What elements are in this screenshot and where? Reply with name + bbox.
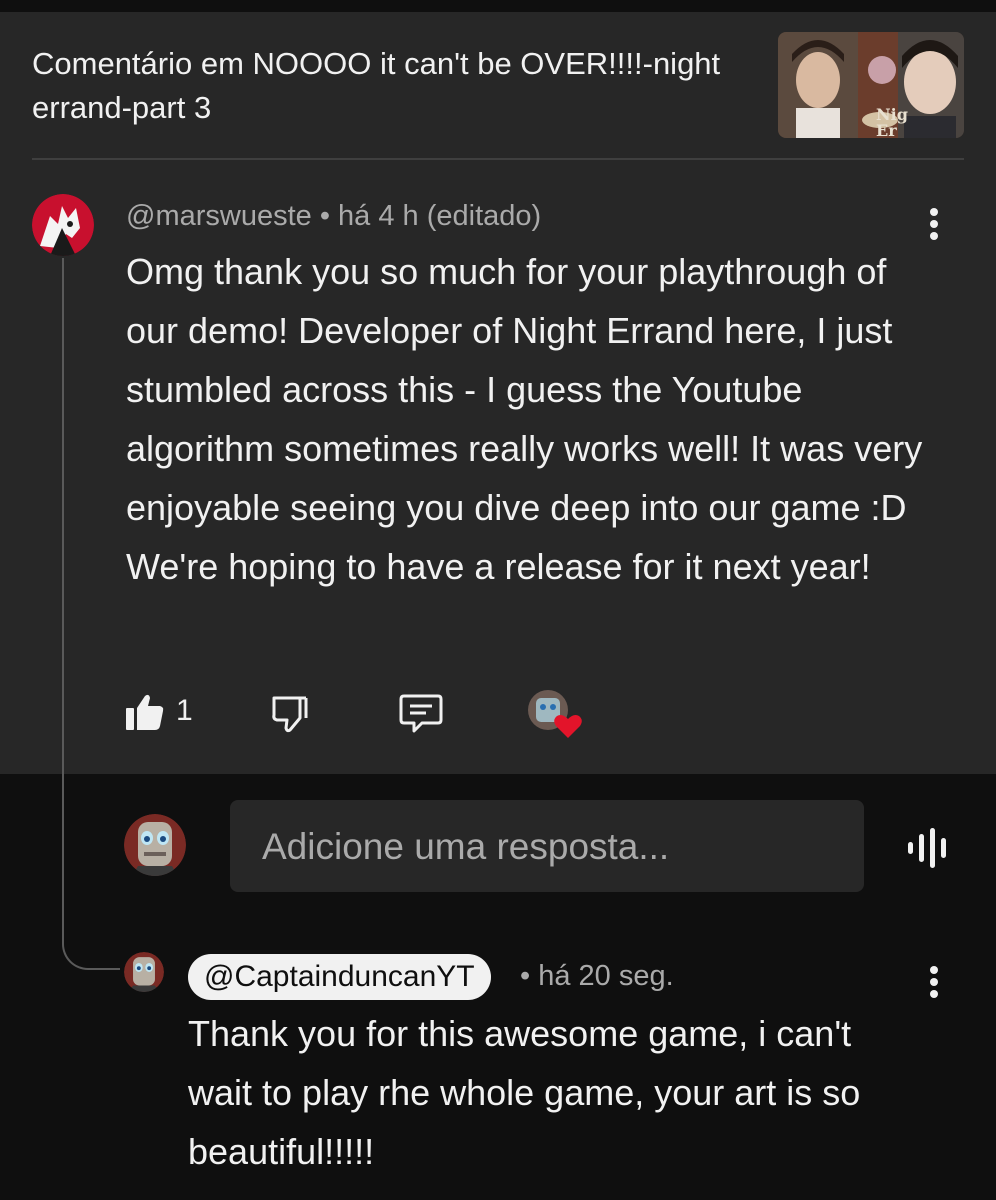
like-count: 1 [176,694,193,727]
reply-timestamp: • há 20 seg. [520,960,674,992]
comment-text: Omg thank you so much for your playthrou… [126,251,923,587]
like-button[interactable] [124,692,166,737]
reply-menu-button[interactable] [924,962,944,1002]
video-thumbnail[interactable]: Nig Er [778,32,964,138]
reply-text: Thank you for this awesome game, i can't… [188,1013,861,1172]
reply-icon [399,694,443,733]
thumbs-up-icon [126,694,164,730]
avatar[interactable] [32,194,94,256]
comment-author[interactable]: @marswueste [126,200,312,232]
status-strip [0,0,996,12]
thread-connector [62,930,120,970]
comment-timestamp: • há 4 h (editado) [319,200,542,232]
voice-search-icon [908,828,946,868]
reply-input[interactable]: Adicione uma resposta... [230,800,864,892]
creator-heart-icon [528,690,582,738]
comment-header: @marswueste • há 4 h (editado) [126,200,541,233]
reply-author-chip[interactable]: @CaptainduncanYT [188,954,491,1000]
header-divider [32,158,964,160]
dislike-button[interactable] [270,694,310,739]
user-avatar [124,814,186,876]
creator-heart [526,688,584,745]
svg-text:Er: Er [876,121,897,138]
thumbs-down-icon [272,696,308,733]
thread-line [62,258,64,938]
avatar[interactable] [124,952,164,992]
page-title: Comentário em NOOOO it can't be OVER!!!!… [32,46,721,125]
reply-button[interactable] [398,692,444,739]
voice-search-button[interactable] [904,826,954,875]
comment-menu-button[interactable] [924,204,944,244]
